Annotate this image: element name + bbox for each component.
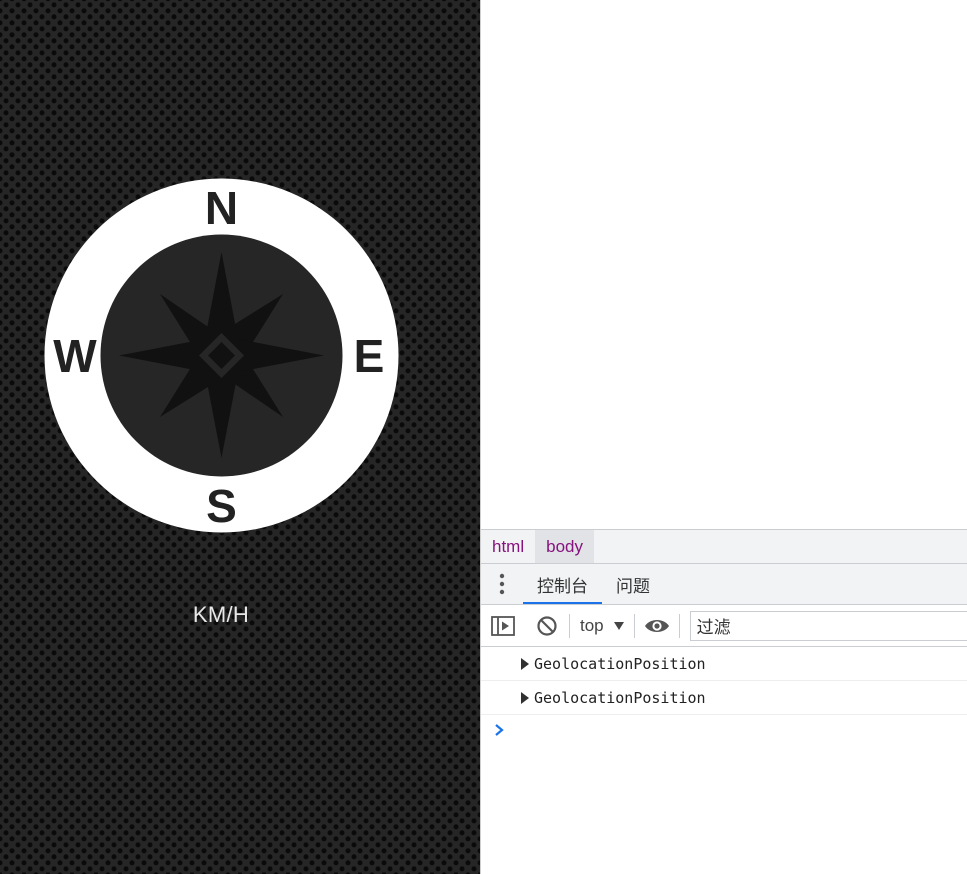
tab-issues[interactable]: 问题 [602,564,664,604]
kebab-menu-icon [499,573,505,595]
more-tabs-menu[interactable] [481,564,523,604]
breadcrumb-html[interactable]: html [481,530,535,563]
console-toolbar: top 过滤 [481,605,967,647]
console-log-entry[interactable]: GeolocationPosition [481,647,967,681]
context-selector-label: top [580,615,604,635]
compass-graphic: N S E W [44,178,399,533]
console-log-text: GeolocationPosition [534,688,706,707]
dropdown-arrow-icon [613,621,624,630]
console-log-entry[interactable]: GeolocationPosition [481,681,967,715]
expand-triangle-icon[interactable] [521,691,529,704]
expand-triangle-icon[interactable] [521,657,529,670]
devtools-tabbar: 控制台 问题 [481,564,967,605]
context-selector[interactable]: top [570,616,634,636]
filter-placeholder: 过滤 [696,618,731,637]
eye-icon [644,619,669,632]
app-viewport: N S E W KM/H [0,0,480,874]
dom-breadcrumb: html body [481,529,967,564]
toolbar-separator [678,613,680,638]
console-prompt[interactable] [481,715,967,745]
compass-north-label: N [205,182,238,234]
console-log-text: GeolocationPosition [534,654,706,673]
prompt-chevron-icon [495,724,504,736]
compass-south-label: S [206,480,237,532]
console-messages: GeolocationPosition GeolocationPosition [481,647,967,745]
breadcrumb-body[interactable]: body [535,530,594,563]
devtools-panel: html body 控制台 问题 top 过滤 GeolocationPosit… [481,529,967,874]
toggle-sidebar-button[interactable] [481,605,525,647]
sidebar-toggle-icon [491,615,515,636]
compass: N S E W [44,178,399,533]
tab-console[interactable]: 控制台 [523,564,602,604]
compass-west-label: W [53,330,97,382]
speed-unit-label: KM/H [192,602,250,627]
console-filter-input[interactable]: 过滤 [689,610,967,641]
clear-console-icon [537,615,557,636]
clear-console-button[interactable] [525,605,569,647]
live-expression-button[interactable] [635,605,679,647]
compass-east-label: E [354,330,385,382]
